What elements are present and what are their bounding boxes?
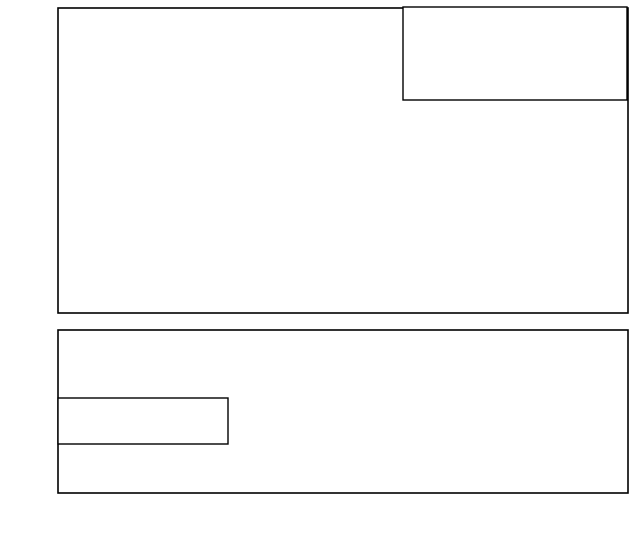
figure-canvas xyxy=(0,0,640,549)
rmse-legend-box xyxy=(402,6,628,101)
matplotlib-figure xyxy=(57,6,629,494)
weights-legend xyxy=(57,397,229,445)
weights-legend-box xyxy=(57,397,229,445)
rmse-legend xyxy=(402,6,628,101)
